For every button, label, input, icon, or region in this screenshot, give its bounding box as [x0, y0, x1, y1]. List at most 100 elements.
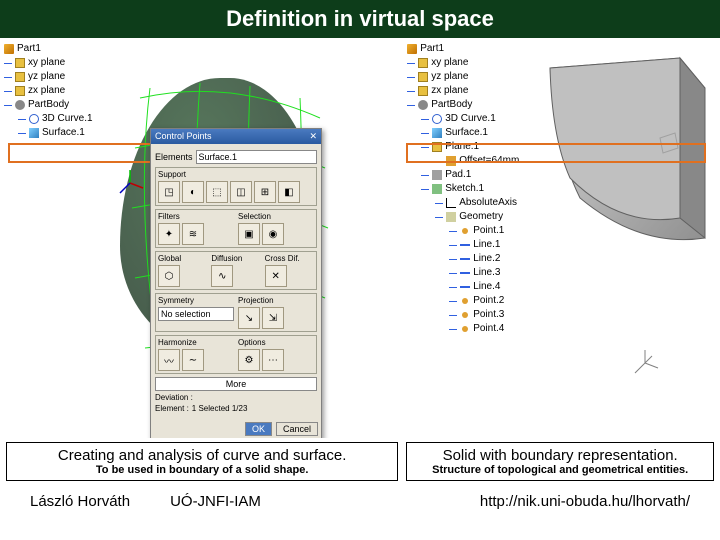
tree-connector-icon: [449, 231, 457, 232]
tree-item[interactable]: 3D Curve.1: [407, 112, 519, 126]
symmetry-field[interactable]: No selection: [158, 307, 234, 321]
support-opt-5[interactable]: ⊞: [254, 181, 276, 203]
tree-connector-icon: [407, 77, 415, 78]
caption-right-title: Solid with boundary representation.: [411, 447, 709, 464]
slide-title: Definition in virtual space: [0, 0, 720, 38]
tree-item[interactable]: Point.4: [407, 322, 519, 336]
tree-item[interactable]: Point.3: [407, 308, 519, 322]
sel-1[interactable]: ▣: [238, 223, 260, 245]
point-icon: [462, 312, 468, 318]
cross-1[interactable]: ✕: [265, 265, 287, 287]
sketch-icon: [432, 184, 442, 194]
tree-label: Line.3: [473, 266, 500, 280]
feature-tree-right[interactable]: Part1 xy planeyz planezx planePartBody3D…: [407, 42, 519, 336]
dialog-titlebar[interactable]: Control Points ✕: [151, 129, 321, 144]
highlight-surface-left: [8, 143, 162, 163]
footer-org: UÓ-JNFI-IAM: [170, 493, 261, 510]
tree-item[interactable]: Line.4: [407, 280, 519, 294]
tree-item[interactable]: Surface.1: [407, 126, 519, 140]
point-icon: [462, 228, 468, 234]
tree-item[interactable]: Line.2: [407, 252, 519, 266]
tree-item[interactable]: yz plane: [407, 70, 519, 84]
tree-label: zx plane: [431, 84, 468, 98]
part-icon: [407, 44, 417, 54]
support-opt-3[interactable]: ⬚: [206, 181, 228, 203]
left-panel: Part1 xy planeyz planezx planePartBody3D…: [0, 38, 403, 438]
symmetry-label: Symmetry: [158, 296, 234, 305]
elements-label: Elements: [155, 152, 193, 162]
sel-2[interactable]: ◉: [262, 223, 284, 245]
proj-1[interactable]: ↘: [238, 307, 260, 329]
cross-label: Cross Dif.: [265, 254, 314, 263]
surf-icon: [432, 128, 442, 138]
tree-connector-icon: [18, 133, 26, 134]
point-icon: [462, 298, 468, 304]
diff-1[interactable]: ∿: [211, 265, 233, 287]
proj-2[interactable]: ⇲: [262, 307, 284, 329]
support-opt-1[interactable]: ◳: [158, 181, 180, 203]
tree-label: PartBody: [28, 98, 69, 112]
control-points-dialog[interactable]: Control Points ✕ Elements Surface.1 Supp…: [150, 128, 322, 438]
tree-item[interactable]: Surface.1: [4, 126, 93, 140]
tree-connector-icon: [421, 119, 429, 120]
support-opt-4[interactable]: ◫: [230, 181, 252, 203]
tree-item[interactable]: xy plane: [407, 56, 519, 70]
harm-2[interactable]: ∼: [182, 349, 204, 371]
tree-label: Pad.1: [445, 168, 471, 182]
element-sel-value: 1 Selected 1/23: [192, 404, 248, 413]
selection-label: Selection: [238, 212, 314, 221]
feature-tree-left[interactable]: Part1 xy planeyz planezx planePartBody3D…: [4, 42, 93, 140]
tree-connector-icon: [421, 175, 429, 176]
tree-root[interactable]: Part1: [4, 42, 93, 56]
tree-item[interactable]: Geometry: [407, 210, 519, 224]
opt-2[interactable]: ⋯: [262, 349, 284, 371]
more-button[interactable]: More: [155, 377, 317, 391]
caption-left-sub: To be used in boundary of a solid shape.: [11, 464, 393, 476]
elements-field[interactable]: Surface.1: [196, 150, 317, 164]
ok-button[interactable]: OK: [245, 422, 272, 436]
plane-icon: [15, 72, 25, 82]
tree-label: zx plane: [28, 84, 65, 98]
filter-1[interactable]: ✦: [158, 223, 180, 245]
tree-connector-icon: [435, 203, 443, 204]
options-label: Options: [238, 338, 314, 347]
global-1[interactable]: ⬡: [158, 265, 180, 287]
tree-label: Sketch.1: [445, 182, 484, 196]
support-opt-2[interactable]: ◐: [182, 181, 204, 203]
tree-item[interactable]: AbsoluteAxis: [407, 196, 519, 210]
tree-item[interactable]: yz plane: [4, 70, 93, 84]
tree-item[interactable]: Sketch.1: [407, 182, 519, 196]
part-icon: [4, 44, 14, 54]
tree-item[interactable]: xy plane: [4, 56, 93, 70]
point-icon: [462, 326, 468, 332]
tree-item[interactable]: PartBody: [407, 98, 519, 112]
axis-marker-icon: [115, 168, 145, 198]
tree-item[interactable]: PartBody: [4, 98, 93, 112]
curve-icon: [29, 114, 39, 124]
opt-1[interactable]: ⚙: [238, 349, 260, 371]
cancel-button[interactable]: Cancel: [276, 422, 318, 436]
tree-item[interactable]: Point.2: [407, 294, 519, 308]
tree-item[interactable]: Pad.1: [407, 168, 519, 182]
tree-item[interactable]: Line.3: [407, 266, 519, 280]
tree-label: Point.1: [473, 224, 504, 238]
body-icon: [15, 100, 25, 110]
tree-label: Surface.1: [42, 126, 85, 140]
tree-connector-icon: [4, 63, 12, 64]
tree-item[interactable]: zx plane: [4, 84, 93, 98]
axis-marker-icon: [630, 348, 660, 378]
line-icon: [460, 286, 470, 288]
harm-1[interactable]: 〰: [158, 349, 180, 371]
close-icon[interactable]: ✕: [309, 131, 317, 142]
tree-label: 3D Curve.1: [42, 112, 93, 126]
tree-connector-icon: [449, 301, 457, 302]
filter-2[interactable]: ≋: [182, 223, 204, 245]
tree-item[interactable]: Point.1: [407, 224, 519, 238]
tree-item[interactable]: Line.1: [407, 238, 519, 252]
deviation-label: Deviation :: [155, 393, 193, 402]
tree-root[interactable]: Part1: [407, 42, 519, 56]
tree-item[interactable]: 3D Curve.1: [4, 112, 93, 126]
tree-item[interactable]: zx plane: [407, 84, 519, 98]
geom-icon: [446, 212, 456, 222]
support-opt-6[interactable]: ◧: [278, 181, 300, 203]
